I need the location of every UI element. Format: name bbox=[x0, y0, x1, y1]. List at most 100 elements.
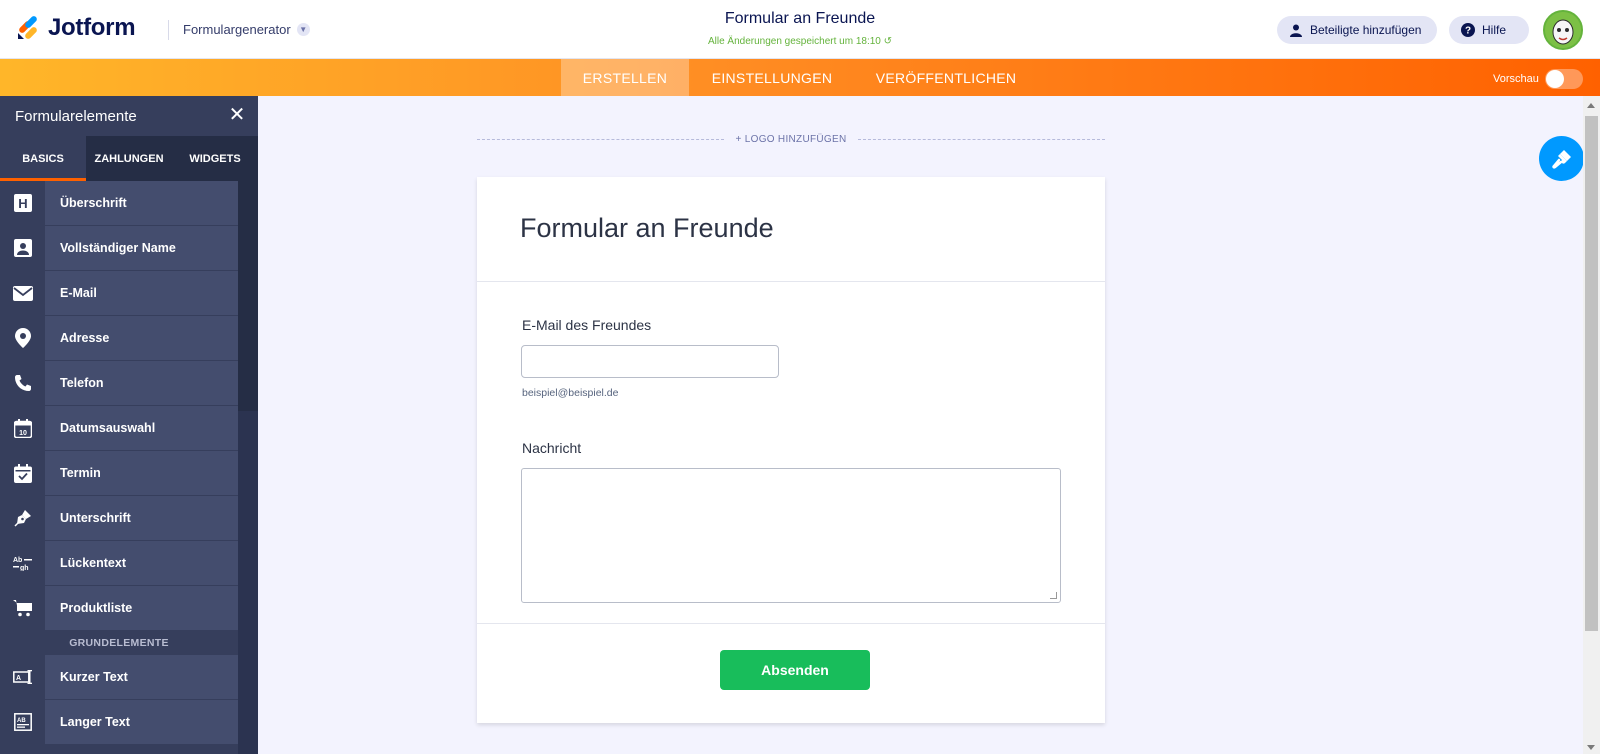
sidebar-item-label: Lückentext bbox=[60, 556, 126, 570]
sidebar-item-address[interactable]: Adresse bbox=[0, 315, 238, 361]
svg-text:Ab: Ab bbox=[13, 557, 22, 564]
page-scrollbar[interactable] bbox=[1583, 96, 1600, 754]
form-heading[interactable]: Formular an Freunde bbox=[520, 213, 774, 244]
page-title[interactable]: Formular an Freunde bbox=[600, 10, 1000, 28]
scroll-down-arrow-icon[interactable] bbox=[1587, 745, 1595, 750]
sidebar-item-label: Termin bbox=[60, 466, 101, 480]
avatar[interactable] bbox=[1543, 10, 1583, 50]
svg-text:A: A bbox=[16, 675, 21, 682]
sidebar-item-fill-in-blank[interactable]: Ab gh Lückentext bbox=[0, 540, 238, 586]
paint-roller-icon bbox=[1551, 149, 1571, 169]
map-pin-icon bbox=[0, 315, 45, 361]
sidebar-item-heading[interactable]: H Überschrift bbox=[0, 180, 238, 226]
sidebar-item-appointment[interactable]: Termin bbox=[0, 450, 238, 496]
email-sublabel[interactable]: beispiel@beispiel.de bbox=[522, 387, 618, 399]
sidebar-tabs: BASICS ZAHLUNGEN WIDGETS bbox=[0, 136, 258, 181]
cart-icon bbox=[0, 585, 45, 631]
sidebar-scrollbar-thumb[interactable] bbox=[238, 181, 258, 411]
help-label: Hilfe bbox=[1482, 23, 1507, 37]
email-field[interactable] bbox=[521, 345, 779, 378]
chevron-down-icon: ▼ bbox=[296, 23, 310, 36]
sidebar-item-short-text[interactable]: A Kurzer Text bbox=[0, 654, 238, 700]
sidebar-item-long-text[interactable]: AB Langer Text bbox=[0, 699, 238, 745]
sidebar-item-label: Langer Text bbox=[60, 715, 130, 729]
logo-text: Jotform bbox=[48, 14, 136, 41]
svg-text:AB: AB bbox=[17, 718, 26, 724]
form-title-area: Formular an Freunde Alle Änderungen gesp… bbox=[600, 10, 1000, 47]
form-elements-sidebar: Formularelemente ✕ BASICS ZAHLUNGEN WIDG… bbox=[0, 96, 258, 754]
user-icon bbox=[1289, 23, 1303, 37]
jotform-logo[interactable]: Jotform bbox=[16, 14, 136, 42]
form-designer-button[interactable] bbox=[1539, 136, 1584, 181]
preview-toggle[interactable] bbox=[1544, 69, 1583, 89]
calendar-date-icon: 10 bbox=[0, 405, 45, 451]
help-button[interactable]: ? Hilfe bbox=[1449, 16, 1529, 44]
contact-card-icon bbox=[0, 225, 45, 271]
tab-zahlungen[interactable]: ZAHLUNGEN bbox=[86, 136, 172, 181]
heading-icon: H bbox=[0, 180, 45, 226]
tab-erstellen[interactable]: ERSTELLEN bbox=[561, 59, 689, 96]
sidebar-item-label: Unterschrift bbox=[60, 511, 131, 525]
sidebar-item-email[interactable]: E-Mail bbox=[0, 270, 238, 316]
element-list: H Überschrift Vollständiger Name E-Mail … bbox=[0, 180, 238, 745]
submit-button[interactable]: Absenden bbox=[720, 650, 870, 690]
add-participants-label: Beteiligte hinzufügen bbox=[1310, 23, 1422, 37]
sidebar-item-date-picker[interactable]: 10 Datumsauswahl bbox=[0, 405, 238, 451]
dashed-divider bbox=[477, 138, 724, 140]
svg-text:?: ? bbox=[1465, 26, 1471, 37]
svg-text:gh: gh bbox=[20, 565, 29, 571]
envelope-icon bbox=[0, 270, 45, 316]
long-text-icon: AB bbox=[0, 699, 45, 745]
sidebar-scrollbar[interactable] bbox=[238, 181, 258, 754]
add-participants-button[interactable]: Beteiligte hinzufügen bbox=[1277, 16, 1437, 44]
question-icon: ? bbox=[1461, 23, 1475, 37]
sidebar-header: Formularelemente ✕ bbox=[0, 96, 258, 136]
form-divider bbox=[477, 623, 1105, 624]
svg-text:10: 10 bbox=[19, 430, 27, 437]
pen-nib-icon bbox=[0, 495, 45, 541]
sidebar-item-label: Adresse bbox=[60, 331, 110, 345]
preview-toggle-area: Vorschau bbox=[1493, 69, 1583, 89]
close-icon[interactable]: ✕ bbox=[228, 105, 246, 125]
phone-icon bbox=[0, 360, 45, 406]
sidebar-item-signature[interactable]: Unterschrift bbox=[0, 495, 238, 541]
add-logo-label[interactable]: + LOGO HINZUFÜGEN bbox=[736, 134, 847, 145]
sidebar-item-label: E-Mail bbox=[60, 286, 97, 300]
sidebar-item-full-name[interactable]: Vollständiger Name bbox=[0, 225, 238, 271]
add-logo-area[interactable]: + LOGO HINZUFÜGEN bbox=[477, 131, 1106, 147]
undo-icon[interactable]: ↺ bbox=[884, 36, 892, 47]
email-field-label[interactable]: E-Mail des Freundes bbox=[522, 317, 651, 333]
tab-veroeffentlichen[interactable]: VERÖFFENTLICHEN bbox=[865, 59, 1027, 96]
form-generator-dropdown[interactable]: Formulargenerator ▼ bbox=[183, 22, 310, 37]
tab-widgets[interactable]: WIDGETS bbox=[172, 136, 258, 181]
top-header: Jotform Formulargenerator ▼ Formular an … bbox=[0, 0, 1600, 59]
fill-blank-icon: Ab gh bbox=[0, 540, 45, 586]
tab-einstellungen[interactable]: EINSTELLUNGEN bbox=[699, 59, 845, 96]
sidebar-item-product-list[interactable]: Produktliste bbox=[0, 585, 238, 631]
sidebar-item-label: Kurzer Text bbox=[60, 670, 128, 684]
calendar-check-icon bbox=[0, 450, 45, 496]
sidebar-item-label: Telefon bbox=[60, 376, 104, 390]
avatar-face-icon bbox=[1545, 12, 1581, 48]
form-generator-label: Formulargenerator bbox=[183, 22, 291, 37]
page-scrollbar-thumb[interactable] bbox=[1585, 116, 1598, 631]
sidebar-item-phone[interactable]: Telefon bbox=[0, 360, 238, 406]
message-field-label[interactable]: Nachricht bbox=[522, 440, 581, 456]
save-status-text: Alle Änderungen gespeichert um 18:10 bbox=[707, 36, 881, 47]
group-heading-basic-elements: GRUNDELEMENTE bbox=[0, 631, 238, 655]
sidebar-item-label: Vollständiger Name bbox=[60, 241, 176, 255]
short-text-icon: A bbox=[0, 654, 45, 700]
tab-basics[interactable]: BASICS bbox=[0, 136, 86, 181]
preview-label: Vorschau bbox=[1493, 73, 1539, 85]
sidebar-item-label: Datumsauswahl bbox=[60, 421, 156, 435]
form-divider bbox=[477, 281, 1105, 282]
builder-nav: ERSTELLEN EINSTELLUNGEN VERÖFFENTLICHEN … bbox=[0, 59, 1600, 96]
save-status: Alle Änderungen gespeichert um 18:10 ↺ bbox=[600, 36, 1000, 47]
sidebar-item-label: Produktliste bbox=[60, 601, 133, 615]
form-card: Formular an Freunde E-Mail des Freundes … bbox=[477, 177, 1105, 723]
header-divider bbox=[168, 20, 169, 40]
sidebar-item-label: Überschrift bbox=[60, 196, 127, 210]
svg-text:H: H bbox=[18, 196, 27, 211]
scroll-up-arrow-icon[interactable] bbox=[1587, 103, 1595, 108]
message-textarea[interactable] bbox=[521, 468, 1061, 603]
